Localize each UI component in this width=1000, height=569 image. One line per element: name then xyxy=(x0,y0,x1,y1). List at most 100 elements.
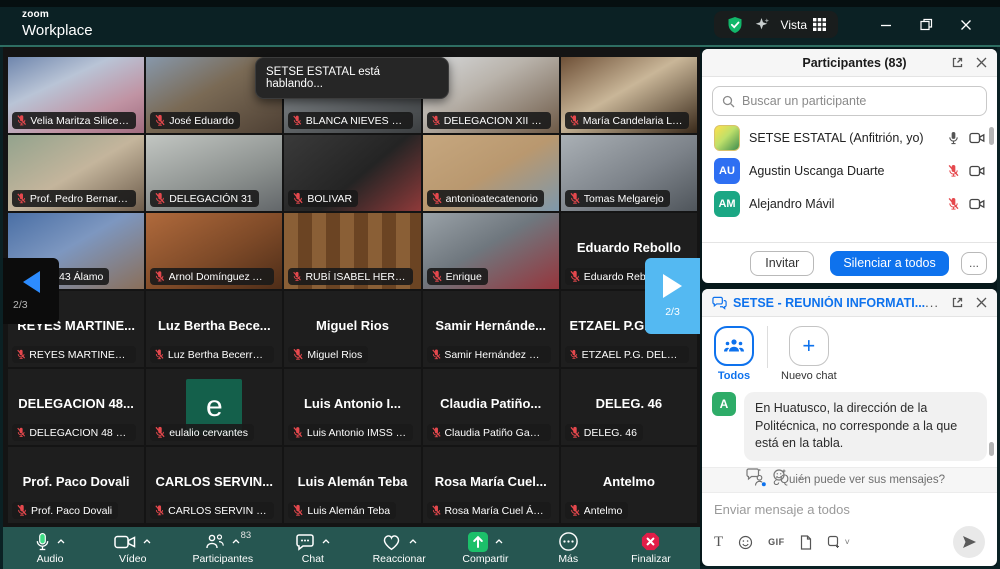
tile-display-name: Miguel Rios xyxy=(287,318,417,333)
toolbar-label: Participantes xyxy=(192,553,253,565)
participant-name-label: BLANCA NIEVES SAN... xyxy=(288,112,412,129)
muted-mic-icon xyxy=(431,192,443,205)
participant-tile[interactable]: CARLOS SERVIN...CARLOS SERVIN UPV xyxy=(146,447,282,523)
video-tile[interactable]: BOLIVAR xyxy=(284,135,420,211)
tab-nuevo-chat[interactable]: + Nuevo chat xyxy=(781,326,837,382)
camera-icon[interactable] xyxy=(969,165,985,177)
chevron-up-icon[interactable] xyxy=(409,539,417,544)
participants-footer: Invitar Silenciar a todos ... xyxy=(702,242,997,283)
participant-name-label: José Eduardo xyxy=(150,112,240,129)
search-participant-input[interactable]: Buscar un participante xyxy=(712,86,987,116)
muted-mic-icon xyxy=(16,192,27,205)
participantes-button[interactable]: 83Participantes xyxy=(192,531,253,565)
participant-tile[interactable]: DELEG. 46DELEG. 46 xyxy=(561,369,697,445)
participant-name-label: Rosa María Cuel Álva... xyxy=(427,502,551,519)
video-stage: Velia Maritza Siliceo ... José Eduardo BLA… xyxy=(3,47,700,569)
video-tile[interactable]: Tomas Melgarejo xyxy=(561,135,697,211)
participant-tile[interactable]: Luis Alemán TebaLuis Alemán Teba xyxy=(284,447,420,523)
chevron-up-icon[interactable] xyxy=(57,539,65,544)
video-tile[interactable]: RUBÍ ISABEL HERNÁN... xyxy=(284,213,420,289)
tile-display-name: Luz Bertha Bece... xyxy=(149,318,279,333)
muted-mic-icon xyxy=(431,426,442,439)
message-bubble: En Huatusco, la dirección de la Politécn… xyxy=(744,392,987,461)
chevron-up-icon[interactable] xyxy=(143,539,151,544)
scrollbar-thumb[interactable] xyxy=(989,442,994,456)
finalizar-button[interactable]: Finalizar xyxy=(628,531,674,565)
compartir-button[interactable]: Compartir xyxy=(462,531,508,565)
chevron-up-icon[interactable] xyxy=(232,539,240,544)
video-tile[interactable]: María Candelaria Lóp... xyxy=(561,57,697,133)
participant-tile[interactable]: eeulalio cervantes xyxy=(146,369,282,445)
add-reaction-icon[interactable] xyxy=(773,468,787,482)
participant-tile[interactable]: Luz Bertha Bece...Luz Bertha Becerra Cr.… xyxy=(146,291,282,367)
close-window-button[interactable] xyxy=(946,12,986,38)
participant-row[interactable]: AUAgustin Uscanga Duarte xyxy=(702,154,997,187)
muted-mic-icon xyxy=(16,504,28,517)
invite-button[interactable]: Invitar xyxy=(750,251,814,276)
participant-tile[interactable]: Miguel RiosMiguel Rios xyxy=(284,291,420,367)
toolbar-label: Finalizar xyxy=(631,553,671,565)
previous-page-button[interactable]: 2/3 xyxy=(3,258,59,324)
close-panel-icon[interactable] xyxy=(976,57,987,68)
send-button[interactable] xyxy=(953,526,985,558)
chat-input[interactable]: Enviar mensaje a todos xyxy=(702,493,997,517)
chevron-up-icon[interactable] xyxy=(495,539,503,544)
participant-tile[interactable]: AntelmoAntelmo xyxy=(561,447,697,523)
video-tile[interactable]: Prof. Pedro Bernard F... xyxy=(8,135,144,211)
scrollbar-thumb[interactable] xyxy=(989,127,994,145)
security-shield-icon[interactable] xyxy=(726,16,744,34)
camera-icon[interactable] xyxy=(969,198,985,210)
participants-panel: Participantes (83) Buscar un participant… xyxy=(702,49,997,283)
audio-button[interactable]: Audio xyxy=(27,531,73,565)
muted-mic-icon xyxy=(431,504,442,517)
screenshot-icon[interactable]: ˅ xyxy=(827,535,850,549)
popout-icon[interactable] xyxy=(951,296,964,309)
restore-button[interactable] xyxy=(906,12,946,38)
ai-companion-icon[interactable] xyxy=(755,17,770,32)
chat-more-icon[interactable]: ... xyxy=(925,295,939,310)
muted-mic-icon xyxy=(569,426,581,439)
v-deo-button[interactable]: Vídeo xyxy=(110,531,156,565)
participant-tile[interactable]: Luis Antonio I...Luis Antonio IMSS Z... xyxy=(284,369,420,445)
minimize-button[interactable] xyxy=(866,12,906,38)
chevron-down-icon: ˅ xyxy=(845,537,850,547)
chat-title: SETSE - REUNIÓN INFORMATI... xyxy=(733,296,925,310)
view-button[interactable]: Vista xyxy=(781,18,826,32)
mute-all-button[interactable]: Silenciar a todos xyxy=(830,251,948,276)
video-tile[interactable]: Arnol Domínguez Ag... xyxy=(146,213,282,289)
file-icon[interactable] xyxy=(800,535,812,550)
participant-tile[interactable]: Prof. Paco DovaliProf. Paco Dovali xyxy=(8,447,144,523)
next-page-button[interactable]: 2/3 xyxy=(645,258,700,334)
page-indicator: 2/3 xyxy=(665,306,680,318)
video-tile[interactable]: Enrique xyxy=(423,213,559,289)
reaccionar-button[interactable]: Reaccionar xyxy=(373,531,426,565)
popout-icon[interactable] xyxy=(951,56,964,69)
participant-tile[interactable]: DELEGACION 48...DELEGACION 48 EDU... xyxy=(8,369,144,445)
gif-icon[interactable]: GIF xyxy=(768,537,785,547)
emoji-icon[interactable] xyxy=(738,535,753,550)
chevron-up-icon[interactable] xyxy=(322,539,330,544)
avatar xyxy=(714,125,740,151)
text-format-icon[interactable]: T xyxy=(714,534,723,551)
participant-row[interactable]: SETSE ESTATAL (Anfitrión, yo) xyxy=(702,121,997,154)
participants-list: SETSE ESTATAL (Anfitrión, yo)AUAgustin U… xyxy=(702,121,997,242)
m-s-button[interactable]: Más xyxy=(545,531,591,565)
search-icon xyxy=(722,95,735,108)
mic-icon[interactable] xyxy=(947,131,960,145)
chat-button[interactable]: Chat xyxy=(290,531,336,565)
video-tile[interactable]: DELEGACIÓN 31 xyxy=(146,135,282,211)
tab-todos[interactable]: Todos xyxy=(714,326,754,382)
message-more-icon[interactable]: ... xyxy=(799,468,812,482)
zoom-meeting-window: zoom Workplace Vista Velia Maritz xyxy=(0,0,1000,569)
camera-icon[interactable] xyxy=(969,132,985,144)
reply-icon[interactable] xyxy=(746,468,761,481)
video-tile[interactable]: Velia Maritza Siliceo ... xyxy=(8,57,144,133)
participant-tile[interactable]: Samir Hernánde...Samir Hernández Sán... xyxy=(423,291,559,367)
participants-more-button[interactable]: ... xyxy=(961,252,987,275)
participant-tile[interactable]: Claudia Patiño...Claudia Patiño Gaspa... xyxy=(423,369,559,445)
muted-mic-icon xyxy=(947,164,960,178)
close-panel-icon[interactable] xyxy=(976,297,987,308)
video-tile[interactable]: antonioatecatenorio xyxy=(423,135,559,211)
participant-tile[interactable]: Rosa María Cuel...Rosa María Cuel Álva..… xyxy=(423,447,559,523)
participant-row[interactable]: AMAlejandro Mávil xyxy=(702,187,997,220)
